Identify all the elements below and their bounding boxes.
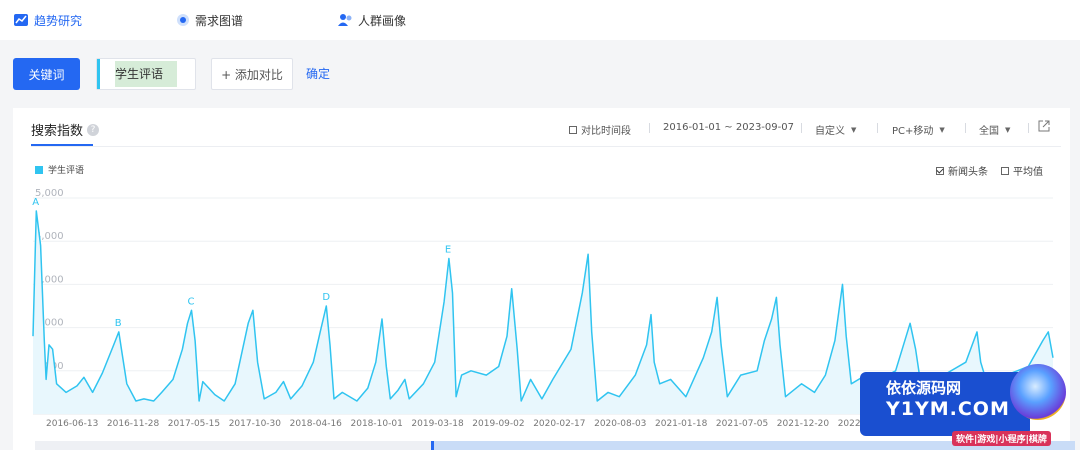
top-nav: 趋势研究 需求图谱 人群画像 — [0, 0, 1080, 40]
radar-icon — [177, 14, 189, 26]
x-tick-label: 2016-11-28 — [107, 419, 160, 429]
add-compare-button[interactable]: + 添加对比 — [211, 58, 293, 90]
annotation-label: D — [322, 292, 330, 303]
nav-tab-demand[interactable]: 需求图谱 — [176, 10, 243, 30]
region-select[interactable]: 全国 ▼ — [979, 122, 1011, 138]
region-text: 全国 — [979, 126, 999, 137]
x-tick-label: 2021-07-05 — [716, 419, 768, 429]
range-mode-select[interactable]: 自定义 ▼ — [815, 122, 857, 138]
average-checkbox[interactable] — [1001, 166, 1009, 175]
device-select[interactable]: PC+移动 ▼ — [892, 122, 945, 138]
toolbar-separator — [801, 123, 802, 133]
x-tick-label: 2021-01-18 — [655, 419, 708, 429]
toolbar-separator — [1028, 123, 1029, 133]
range-mode-text: 自定义 — [815, 126, 845, 137]
compare-period-checkbox[interactable] — [569, 125, 577, 134]
x-tick-label: 2018-10-01 — [351, 419, 403, 429]
annotation-label: C — [187, 296, 194, 307]
toolbar-separator — [965, 123, 966, 133]
trend-chart-icon — [14, 14, 28, 26]
x-tick-label: 2019-09-02 — [472, 419, 524, 429]
keyword-text: 学生评语 — [115, 61, 177, 87]
panel-title: 搜索指数 ? — [31, 120, 100, 139]
people-icon — [338, 14, 352, 26]
nav-tab-trend[interactable]: 趋势研究 — [13, 10, 82, 30]
legend-label: 学生评语 — [48, 166, 85, 176]
watermark-text-1: 依依源码网 — [886, 379, 962, 397]
timeline-scrollbar-unselected — [35, 441, 432, 450]
watermark-text-3: 软件|游戏|小程序|棋牌 — [952, 431, 1051, 446]
nav-tab-trend-label: 趋势研究 — [34, 13, 83, 28]
annotation-label: E — [445, 244, 451, 255]
external-link-icon — [1038, 120, 1050, 132]
annotation-label: B — [115, 318, 122, 329]
panel-divider — [31, 146, 1061, 147]
news-label: 新闻头条 — [948, 167, 988, 178]
average-label: 平均值 — [1013, 167, 1043, 178]
nav-tab-people-label: 人群画像 — [358, 13, 407, 28]
compare-period-toggle[interactable]: 对比时间段 — [569, 122, 631, 137]
date-range-text: 2016-01-01 ~ 2023-09-07 — [663, 122, 794, 133]
chart-legend[interactable]: 学生评语 — [35, 163, 84, 176]
x-tick-label: 2016-06-13 — [46, 419, 98, 429]
annotation-label: A — [32, 197, 39, 208]
caret-down-icon: ▼ — [851, 125, 857, 134]
nav-tab-people[interactable]: 人群画像 — [337, 10, 406, 30]
watermark-text-2: Y1YM.COM — [886, 398, 1010, 420]
compare-period-label: 对比时间段 — [581, 126, 631, 137]
date-range-picker[interactable]: 2016-01-01 ~ 2023-09-07 — [663, 122, 794, 133]
watermark-logo: 依依源码网 Y1YM.COM 软件|游戏|小程序|棋牌 — [860, 360, 1080, 450]
timeline-scroll-handle[interactable] — [431, 441, 434, 450]
panel-title-text: 搜索指数 — [31, 124, 84, 139]
x-tick-label: 2020-08-03 — [594, 419, 646, 429]
nav-tab-demand-label: 需求图谱 — [195, 13, 244, 28]
toolbar-separator — [649, 123, 650, 133]
caret-down-icon: ▼ — [1005, 125, 1011, 134]
help-icon[interactable]: ? — [87, 123, 100, 136]
y-tick-label: 5,000 — [35, 188, 64, 199]
x-tick-label: 2018-04-16 — [290, 419, 343, 429]
device-text: PC+移动 — [892, 126, 934, 137]
magnifier-logo-icon — [1010, 364, 1066, 420]
keyword-input[interactable]: 学生评语 — [96, 58, 196, 90]
keyword-color-bar — [97, 59, 100, 89]
x-tick-label: 2021-12-20 — [777, 419, 830, 429]
news-checkbox[interactable] — [936, 166, 944, 175]
export-button[interactable] — [1038, 120, 1050, 132]
x-tick-label: 2020-02-17 — [533, 419, 585, 429]
x-tick-label: 2017-05-15 — [168, 419, 220, 429]
keyword-button[interactable]: 关键词 — [13, 58, 80, 90]
confirm-link[interactable]: 确定 — [306, 65, 330, 82]
news-toggle[interactable]: 新闻头条 — [936, 163, 988, 178]
legend-swatch — [35, 165, 43, 174]
caret-down-icon: ▼ — [939, 125, 945, 134]
x-tick-label: 2019-03-18 — [411, 419, 464, 429]
average-toggle[interactable]: 平均值 — [1001, 163, 1043, 178]
toolbar-separator — [877, 123, 878, 133]
x-tick-label: 2022 — [838, 419, 861, 429]
x-tick-label: 2017-10-30 — [229, 419, 282, 429]
